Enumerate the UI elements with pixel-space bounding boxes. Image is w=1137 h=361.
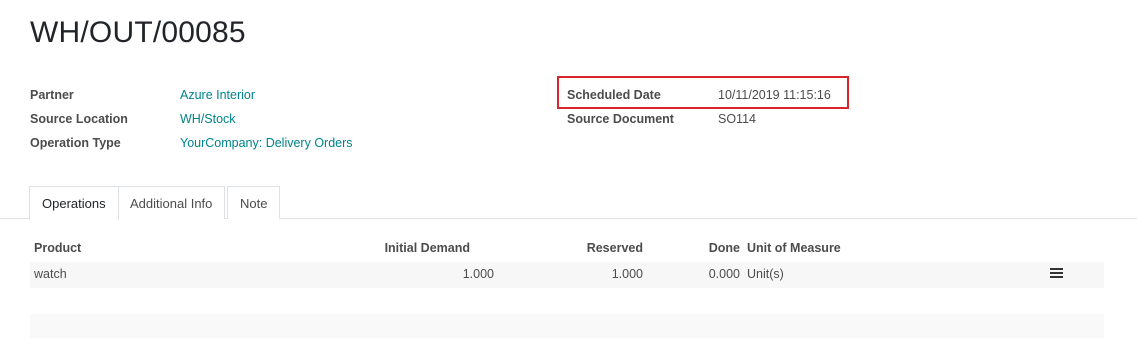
partner-link[interactable]: Azure Interior	[180, 88, 255, 102]
scheduled-date-value: 10/11/2019 11:15:16	[718, 88, 831, 102]
cell-reserved[interactable]: 1.000	[543, 267, 643, 281]
operation-type-label: Operation Type	[30, 136, 121, 150]
partner-label: Partner	[30, 88, 74, 102]
cell-product[interactable]: watch	[34, 267, 67, 281]
col-header-initial-demand[interactable]: Initial Demand	[370, 241, 470, 255]
tab-additional-info[interactable]: Additional Info	[117, 186, 226, 219]
source-document-value: SO114	[718, 112, 756, 126]
col-header-done[interactable]: Done	[680, 241, 740, 255]
scheduled-date-label: Scheduled Date	[567, 88, 661, 102]
col-header-uom[interactable]: Unit of Measure	[747, 241, 841, 255]
col-header-reserved[interactable]: Reserved	[543, 241, 643, 255]
cell-done[interactable]: 0.000	[680, 267, 740, 281]
cell-uom[interactable]: Unit(s)	[747, 267, 784, 281]
source-location-label: Source Location	[30, 112, 128, 126]
col-header-product[interactable]: Product	[34, 241, 81, 255]
empty-table-row	[30, 314, 1104, 338]
list-icon[interactable]	[1050, 268, 1063, 279]
cell-initial-demand[interactable]: 1.000	[394, 267, 494, 281]
operation-type-link[interactable]: YourCompany: Delivery Orders	[180, 136, 353, 150]
tab-operations[interactable]: Operations	[29, 186, 119, 220]
tab-note[interactable]: Note	[227, 186, 281, 219]
record-title: WH/OUT/00085	[30, 16, 246, 49]
source-location-link[interactable]: WH/Stock	[180, 112, 236, 126]
source-document-label: Source Document	[567, 112, 674, 126]
